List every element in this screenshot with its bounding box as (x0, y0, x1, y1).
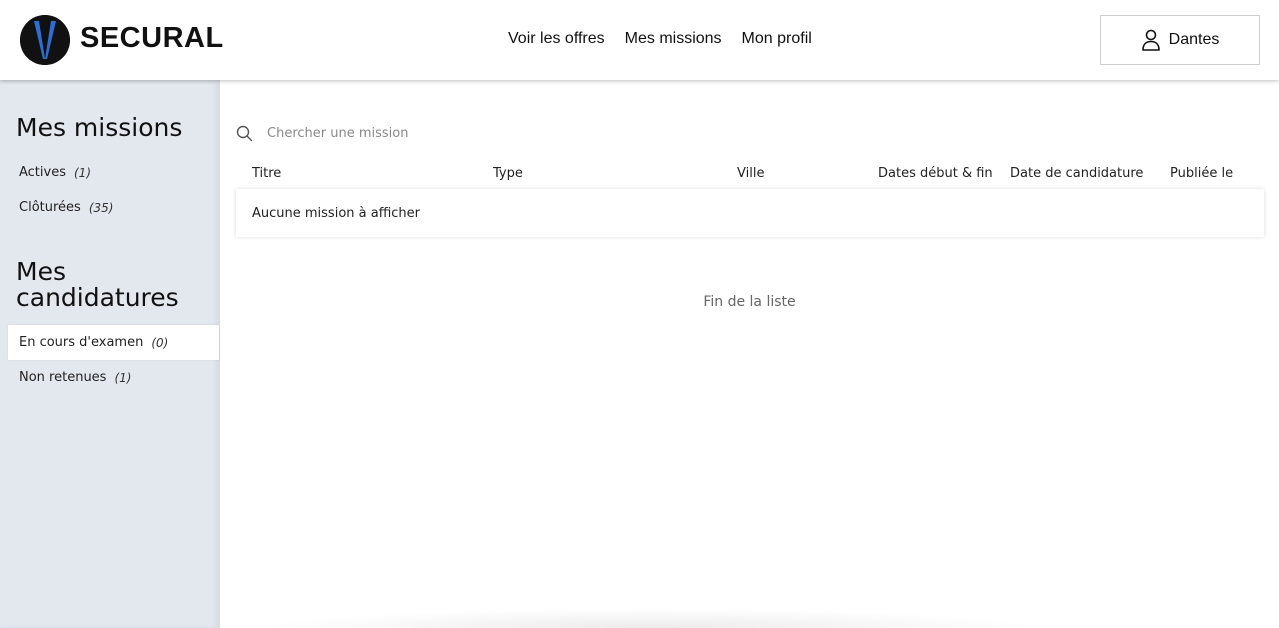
sidebar-item-label: Non retenues (19, 370, 107, 385)
bottom-shadow-divider (260, 608, 1040, 628)
sidebar-item-label: En cours d'examen (19, 335, 144, 350)
sidebar-item-count: (1) (114, 370, 132, 385)
column-header-dates[interactable]: Dates début & fin (878, 166, 993, 181)
sidebar-item-label: Clôturées (19, 200, 81, 215)
search-bar (236, 122, 636, 144)
applications-title-line1: Mes (16, 257, 66, 286)
sidebar-item-en-cours-d-examen[interactable]: En cours d'examen (0) (8, 325, 219, 360)
column-header-titre[interactable]: Titre (252, 166, 281, 181)
applications-title-line2: candidatures (16, 283, 179, 312)
nav-mes-missions[interactable]: Mes missions (625, 29, 722, 49)
column-header-type[interactable]: Type (493, 166, 523, 181)
user-menu-button[interactable]: Dantes (1100, 15, 1260, 65)
sidebar-item-count: (0) (151, 335, 169, 350)
column-header-date-candidature[interactable]: Date de candidature (1010, 166, 1143, 181)
applications-section-title: Mes candidatures (16, 259, 179, 311)
top-header: SECURAL Voir les offres Mes missions Mon… (0, 0, 1279, 80)
secural-logo-icon[interactable] (20, 15, 70, 65)
column-header-publiee-le[interactable]: Publiée le (1170, 166, 1233, 181)
nav-voir-les-offres[interactable]: Voir les offres (508, 29, 605, 49)
empty-table-row: Aucune mission à afficher (236, 189, 1264, 237)
search-icon (236, 125, 253, 142)
user-icon (1141, 29, 1161, 51)
search-input[interactable] (267, 125, 617, 141)
column-header-ville[interactable]: Ville (737, 166, 764, 181)
nav-mon-profil[interactable]: Mon profil (742, 29, 812, 49)
sidebar: Mes missions Actives (1) Clôturées (35) … (0, 80, 220, 628)
sidebar-item-count: (1) (74, 165, 91, 180)
sidebar-item-label: Actives (19, 165, 66, 180)
main-content: Titre Type Ville Dates début & fin Date … (220, 80, 1279, 628)
sidebar-item-cloturees[interactable]: Clôturées (35) (8, 190, 219, 225)
brand-name[interactable]: SECURAL (80, 20, 224, 56)
missions-section-title: Mes missions (16, 113, 183, 142)
sidebar-item-non-retenues[interactable]: Non retenues (1) (8, 360, 219, 395)
main-nav: Voir les offres Mes missions Mon profil (508, 29, 812, 49)
sidebar-item-actives[interactable]: Actives (1) (8, 155, 219, 190)
user-name: Dantes (1168, 31, 1220, 48)
sidebar-item-count: (35) (88, 200, 114, 215)
end-of-list-text: Fin de la liste (703, 294, 796, 310)
